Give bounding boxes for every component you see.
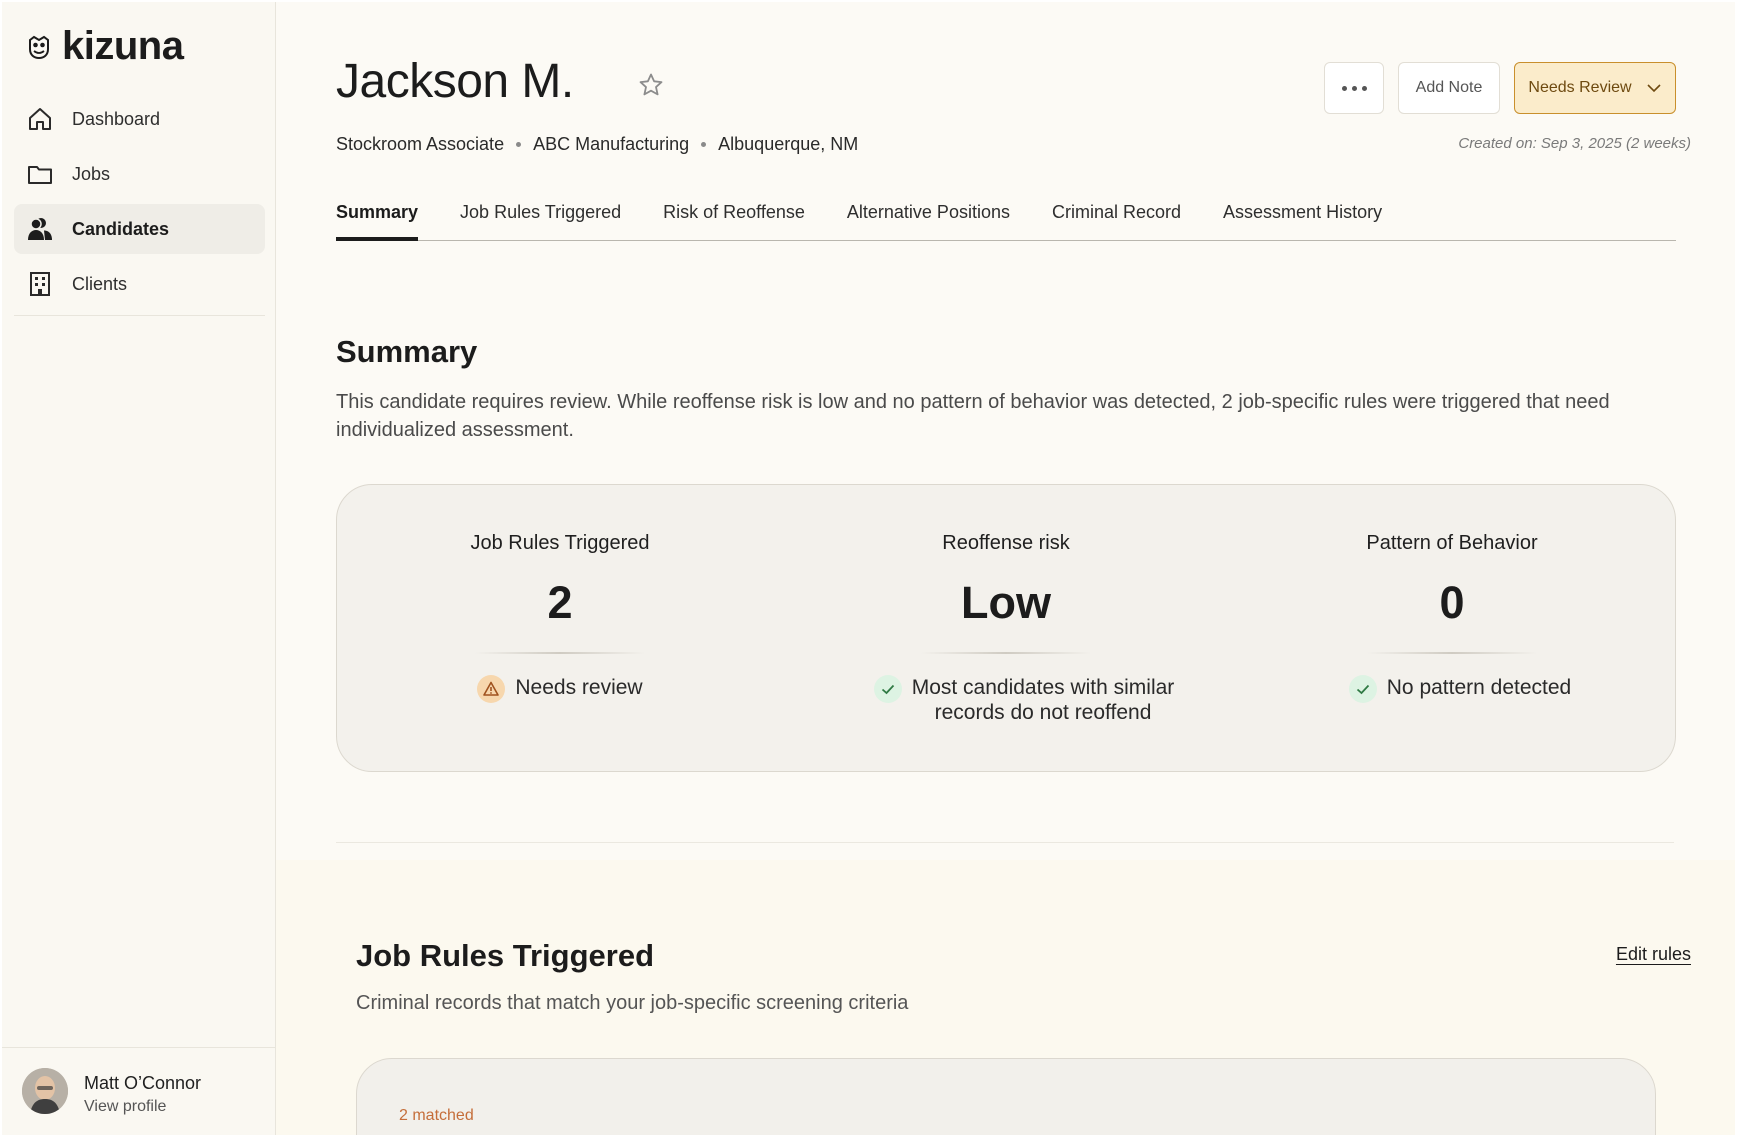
stat-note: Most candidates with similar records do … (819, 675, 1229, 725)
stat-note-text: No pattern detected (1386, 676, 1572, 699)
summary-text: This candidate requires review. While re… (336, 391, 1610, 441)
app-window: kizuna Dashboard Jobs Candidates Clients… (2, 2, 1735, 1135)
candidate-name: Jackson M. (336, 55, 574, 108)
separator-dot (701, 142, 707, 147)
job-rules-heading: Job Rules Triggered (356, 938, 655, 973)
sidebar-item-label: Candidates (72, 218, 170, 239)
stat-note-line: records do not reoffend (934, 701, 1152, 724)
created-date: Created on: Sep 3, 2025 (2 weeks) (1458, 135, 1691, 152)
sidebar-item-candidates[interactable]: Candidates (14, 204, 265, 254)
separator-dot (516, 142, 522, 147)
star-icon[interactable] (638, 72, 664, 98)
stat-divider (1367, 652, 1537, 654)
summary-stats-card: Job Rules Triggered 2 Needs review Reoff… (336, 484, 1676, 772)
stat-value: 0 (1439, 577, 1465, 628)
chevron-down-icon (1647, 84, 1661, 93)
stat-label: Pattern of Behavior (1366, 532, 1538, 554)
job-rules-section: Job Rules Triggered Edit rules Criminal … (276, 860, 1735, 1135)
section-divider (336, 842, 1674, 843)
job-rules-card: 2 matched (356, 1058, 1656, 1135)
tab-summary[interactable]: Summary (336, 196, 419, 241)
tab-job-rules-triggered[interactable]: Job Rules Triggered (460, 196, 621, 238)
stat-note: Needs review (337, 675, 783, 703)
matched-count: 2 matched (399, 1107, 474, 1124)
status-dropdown[interactable]: Needs Review (1514, 62, 1676, 114)
owl-logo-icon (29, 35, 49, 59)
ellipsis-dot (1361, 85, 1367, 91)
people-icon (28, 218, 52, 240)
candidate-role: Stockroom Associate (336, 134, 505, 154)
view-profile-link[interactable]: View profile (84, 1098, 166, 1116)
status-label: Needs Review (1528, 79, 1632, 96)
sidebar-item-label: Jobs (72, 163, 111, 184)
stat-reoffense-risk: Reoffense risk Low Most candidates with … (783, 485, 1229, 771)
add-note-button[interactable]: Add Note (1398, 62, 1500, 114)
stat-label: Job Rules Triggered (470, 532, 650, 554)
sidebar-item-label: Clients (72, 273, 128, 294)
user-profile[interactable]: Matt O’Connor View profile (2, 1047, 275, 1135)
stat-note: No pattern detected (1245, 675, 1675, 703)
candidate-company: ABC Manufacturing (533, 134, 690, 154)
summary-heading: Summary (336, 334, 478, 369)
job-rules-subtitle: Criminal records that match your job-spe… (356, 992, 909, 1014)
stat-divider (475, 652, 645, 654)
tab-alternative-positions[interactable]: Alternative Positions (847, 196, 1010, 238)
check-icon (1348, 675, 1377, 703)
avatar-image (22, 1068, 68, 1114)
sidebar-divider (14, 315, 265, 316)
warning-icon (477, 675, 506, 703)
tab-bar: Summary Job Rules Triggered Risk of Reof… (336, 196, 1676, 241)
brand[interactable]: kizuna (26, 24, 184, 69)
tab-assessment-history[interactable]: Assessment History (1223, 196, 1382, 238)
tab-criminal-record[interactable]: Criminal Record (1052, 196, 1181, 238)
avatar[interactable] (22, 1068, 68, 1114)
sidebar-nav: Dashboard Jobs Candidates Clients (14, 94, 265, 314)
more-options-button[interactable] (1324, 62, 1384, 114)
candidate-meta: Stockroom Associate ABC Manufacturing Al… (336, 134, 858, 155)
stat-label: Reoffense risk (942, 532, 1070, 554)
home-icon (29, 108, 51, 130)
app-name: kizuna (62, 24, 184, 68)
folder-icon (28, 166, 52, 184)
stat-value: 2 (547, 577, 573, 628)
check-icon (873, 675, 902, 703)
sidebar: kizuna Dashboard Jobs Candidates Clients… (2, 2, 276, 1135)
stat-divider (921, 652, 1091, 654)
stat-pattern-of-behavior: Pattern of Behavior 0 No pattern detecte… (1229, 485, 1675, 771)
ellipsis-dot (1351, 85, 1357, 91)
sidebar-item-clients[interactable]: Clients (14, 259, 265, 309)
candidate-location: Albuquerque, NM (718, 134, 859, 154)
sidebar-item-jobs[interactable]: Jobs (14, 149, 265, 199)
stat-note-line: Most candidates with similar (911, 676, 1175, 699)
sidebar-item-label: Dashboard (72, 108, 161, 129)
sidebar-item-dashboard[interactable]: Dashboard (14, 94, 265, 144)
building-icon (30, 272, 50, 296)
profile-name: Matt O’Connor (84, 1073, 202, 1093)
stat-note-text: Needs review (515, 676, 643, 699)
ellipsis-icon (1341, 85, 1347, 91)
stat-note-text: Most candidates with similar records do … (912, 675, 1175, 725)
edit-rules-link[interactable]: Edit rules (1616, 944, 1691, 965)
main-content: Jackson M. Stockroom Associate ABC Manuf… (276, 2, 1735, 1135)
stat-job-rules: Job Rules Triggered 2 Needs review (337, 485, 783, 771)
tab-risk-of-reoffense[interactable]: Risk of Reoffense (663, 196, 805, 238)
stat-value: Low (961, 577, 1051, 628)
